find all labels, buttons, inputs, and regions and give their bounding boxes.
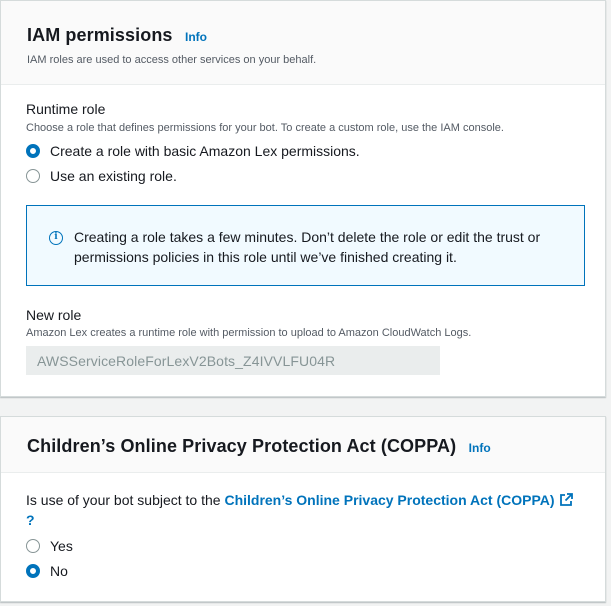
radio-create-role-label: Create a role with basic Amazon Lex perm… bbox=[50, 143, 360, 159]
info-alert: i Creating a role takes a few minutes. D… bbox=[26, 205, 585, 286]
iam-info-link[interactable]: Info bbox=[185, 30, 207, 44]
radio-existing-role-label: Use an existing role. bbox=[50, 168, 177, 184]
coppa-question: Is use of your bot subject to the Childr… bbox=[26, 490, 586, 530]
iam-panel-title: IAM permissions bbox=[27, 25, 173, 45]
radio-coppa-yes-label: Yes bbox=[50, 538, 73, 554]
runtime-role-description: Choose a role that defines permissions f… bbox=[26, 122, 504, 134]
iam-panel-header: IAM permissions Info IAM roles are used … bbox=[1, 1, 605, 85]
radio-create-role[interactable]: Create a role with basic Amazon Lex perm… bbox=[26, 143, 360, 159]
coppa-panel-title: Children’s Online Privacy Protection Act… bbox=[27, 436, 457, 456]
coppa-panel-header: Children’s Online Privacy Protection Act… bbox=[1, 417, 605, 473]
radio-create-role-button[interactable] bbox=[26, 144, 40, 158]
iam-panel-description: IAM roles are used to access other servi… bbox=[27, 54, 317, 66]
coppa-link-text[interactable]: Children’s Online Privacy Protection Act… bbox=[224, 492, 554, 508]
new-role-label: New role bbox=[26, 307, 82, 323]
radio-coppa-yes[interactable]: Yes bbox=[26, 538, 73, 554]
radio-coppa-no[interactable]: No bbox=[26, 563, 68, 579]
radio-existing-role[interactable]: Use an existing role. bbox=[26, 168, 177, 184]
new-role-input: AWSServiceRoleForLexV2Bots_Z4IVVLFU04R bbox=[26, 346, 440, 375]
radio-existing-role-button[interactable] bbox=[26, 169, 40, 183]
radio-coppa-no-label: No bbox=[50, 563, 68, 579]
radio-coppa-no-button[interactable] bbox=[26, 564, 40, 578]
coppa-question-prefix: Is use of your bot subject to the bbox=[26, 492, 225, 508]
coppa-info-link[interactable]: Info bbox=[469, 441, 491, 455]
info-alert-text: Creating a role takes a few minutes. Don… bbox=[74, 229, 541, 265]
info-circle-icon: i bbox=[49, 231, 63, 245]
runtime-role-label: Runtime role bbox=[26, 101, 106, 117]
new-role-description: Amazon Lex creates a runtime role with p… bbox=[26, 327, 472, 339]
coppa-question-suffix: ? bbox=[26, 512, 35, 528]
radio-coppa-yes-button[interactable] bbox=[26, 539, 40, 553]
external-link-icon[interactable] bbox=[559, 493, 573, 507]
